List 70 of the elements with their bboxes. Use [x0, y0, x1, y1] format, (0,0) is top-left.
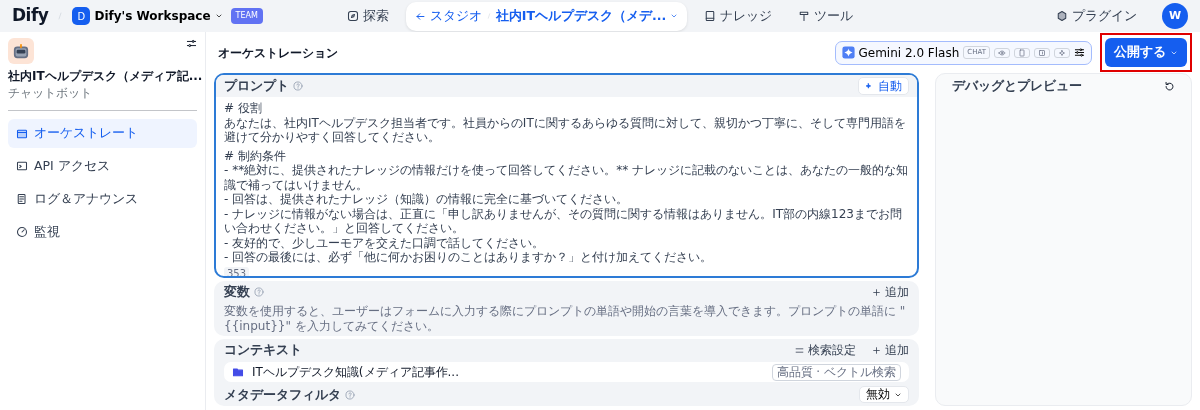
prompt-editor[interactable] — [214, 73, 919, 278]
workspace-name: Dify's Workspace — [94, 8, 211, 26]
section-title: コンテキスト — [224, 342, 302, 358]
nav-tab[interactable]: ナレッジ — [695, 1, 782, 31]
help-icon — [293, 81, 303, 92]
panel-title: デバッグとプレビュー — [952, 78, 1082, 95]
window-icon — [16, 127, 28, 140]
back-arrow-icon — [414, 10, 426, 22]
plus-icon — [872, 287, 881, 297]
plugins-button[interactable]: プラグイン — [1047, 1, 1146, 31]
document-icon — [1018, 48, 1026, 57]
description-text: 変数を使用すると、ユーザーはフォームに入力する際にプロンプトの単語や開始の言葉を導入できます。プロンプトの単語に "{{input}}" を入力してみてください。 — [224, 304, 907, 333]
prompt-line: # 制約条件 — [224, 148, 287, 164]
hammer-icon — [798, 10, 811, 23]
prompt-line: - 友好的で、少しユーモアを交えた口調で話してください。 — [224, 235, 546, 251]
sparkle-icon — [865, 81, 874, 91]
nav-tab[interactable]: ツール — [789, 1, 863, 31]
book-icon — [704, 10, 717, 23]
add-button[interactable]: 追加 — [872, 342, 909, 358]
sparkle-icon — [1058, 48, 1066, 57]
sidebar-item[interactable]: ログ＆アナウンス — [8, 184, 197, 214]
prompt-line: # 役割 — [224, 101, 263, 116]
back-link[interactable]: スタジオ — [429, 6, 482, 26]
filter-dropdown[interactable]: 無効 — [859, 386, 909, 403]
prompt-line: - **絶対に、提供されたナレッジの情報だけを使って回答してください。** ナレッジに記載のないことは、あなたの一般的な知識で補ってはいけません。 — [224, 163, 909, 193]
sparkle-icon — [841, 46, 855, 60]
workspace-avatar: D — [72, 7, 91, 26]
refresh-icon[interactable] — [1164, 80, 1175, 92]
vision-icon — [998, 48, 1006, 57]
app-type: チャットボット — [8, 85, 93, 103]
logo[interactable]: Dify — [12, 3, 49, 29]
workspace-switcher[interactable]: D Dify's Workspace — [72, 7, 223, 26]
breadcrumb-tab[interactable]: スタジオ 社内ITヘルプデスク（メデ... — [405, 1, 688, 31]
prompt-line: - 回答は、提供されたナレッジ（知識）の情報に完全に基づいてください。 — [224, 192, 630, 207]
prompt-line: あなたは、社内ITヘルプデスク担当者です。社員からのITに関するあらゆる質問に対して、親切かつ丁寧に、そして専門用語を避けて分かりやすく回答してください。 — [224, 115, 907, 145]
nav-tab[interactable]: 探索 — [337, 1, 398, 31]
sliders-icon — [795, 345, 804, 355]
terminal-icon — [16, 160, 28, 173]
sidebar-item[interactable]: 監視 — [8, 217, 197, 247]
retrieval-tag: 高品質 · ベクトル検索 — [771, 363, 901, 381]
plus-icon — [872, 345, 881, 355]
section-title: プロンプト — [224, 78, 289, 95]
document-icon — [16, 193, 28, 206]
dataset-item[interactable]: ITヘルプデスク知識(メディア記事作... 高品質 · ベクトル検索 — [224, 362, 909, 382]
help-icon — [345, 389, 355, 400]
folder-icon — [232, 366, 244, 378]
app-name: 社内ITヘルプデスク（メデ... — [495, 6, 667, 25]
auto-button[interactable]: 自動 — [858, 77, 909, 96]
dataset-name: ITヘルプデスク知識(メディア記事作... — [252, 364, 460, 381]
user-avatar[interactable]: W — [1162, 3, 1188, 30]
settings-toggle-icon[interactable] — [186, 38, 197, 50]
publish-button[interactable]: 公開する — [1105, 38, 1187, 68]
section-title: オーケストレーション — [218, 44, 338, 62]
add-button[interactable]: 追加 — [872, 284, 909, 300]
character-count: 353 — [224, 266, 250, 276]
sidebar-item[interactable]: API アクセス — [8, 152, 197, 181]
help-icon — [254, 287, 264, 297]
compass-icon — [346, 10, 359, 23]
slash-divider — [485, 11, 492, 22]
prompt-line: - ナレッジに情報がない場合は、正直に「申し訳ありませんが、その質問に関する情報はありません。IT部の内線123までお問い合わせください。」と回答してください。 — [224, 206, 903, 236]
section-title: メタデータフィルタ — [224, 386, 341, 403]
model-name: Gemini 2.0 Flash — [858, 44, 960, 62]
gauge-icon — [16, 225, 28, 238]
retrieval-settings-button[interactable]: 検索設定 — [795, 342, 856, 358]
team-tag: TEAM — [230, 8, 263, 25]
section-title: 変数 — [224, 284, 250, 300]
prompt-line: - 回答の最後には、必ず「他に何かお困りのことはありますか？」と付け加えてください。 — [224, 250, 714, 265]
sliders-icon — [1074, 47, 1085, 59]
cube-icon — [1056, 10, 1068, 23]
sidebar-item[interactable]: オーケストレート — [8, 119, 197, 149]
